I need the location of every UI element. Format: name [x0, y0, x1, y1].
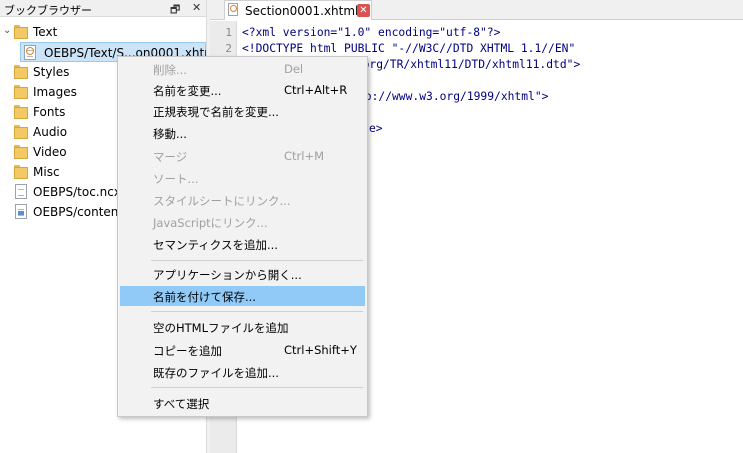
menu-item-label: 正規表現で名前を変更... — [153, 105, 279, 119]
menu-item-label: 名前を変更... — [153, 84, 222, 98]
folder-icon — [14, 145, 28, 159]
menu-item-link-javascript[interactable]: JavaScriptにリンク... — [120, 212, 365, 232]
tree-item-label: Misc — [33, 165, 60, 179]
menu-item-label: 名前を付けて保存... — [153, 290, 256, 304]
file-icon — [15, 184, 27, 199]
menu-item-label: 削除... — [153, 63, 187, 77]
book-browser-title: ブックブラウザー — [4, 4, 92, 17]
folder-icon — [14, 105, 28, 119]
menu-item-add-blank-html[interactable]: 空のHTMLファイルを追加 — [120, 317, 365, 337]
context-menu: 削除... Del 名前を変更... Ctrl+Alt+R 正規表現で名前を変更… — [117, 56, 368, 417]
folder-icon — [14, 25, 28, 39]
menu-item-shortcut: Ctrl+Alt+R — [284, 83, 348, 97]
tree-item-label: Styles — [33, 65, 70, 79]
book-browser-titlebar: ブックブラウザー 🗗 ✕ — [0, 0, 210, 17]
menu-separator — [151, 260, 363, 261]
menu-item-label: コピーを追加 — [153, 344, 222, 358]
menu-item-shortcut: Ctrl+Shift+Y — [284, 343, 357, 357]
close-tab-icon[interactable]: ✕ — [357, 4, 370, 17]
menu-item-label: アプリケーションから開く... — [153, 268, 302, 282]
menu-item-label: 既存のファイルを追加... — [153, 366, 279, 380]
menu-item-label: スタイルシートにリンク... — [153, 194, 291, 208]
xhtml-file-icon — [228, 3, 238, 16]
tab-label: Section0001.xhtml — [245, 4, 359, 18]
menu-item-open-with[interactable]: アプリケーションから開く... — [120, 264, 365, 284]
opf-file-icon — [15, 204, 27, 219]
menu-item-label: すべて選択 — [153, 397, 210, 411]
menu-item-label: 空のHTMLファイルを追加 — [153, 321, 289, 335]
tree-item-label: OEBPS/content. — [33, 205, 127, 219]
line-number: 1 — [225, 26, 232, 39]
folder-icon — [14, 165, 28, 179]
menu-item-label: JavaScriptにリンク... — [153, 216, 268, 230]
menu-separator — [151, 311, 363, 312]
menu-item-regex-rename[interactable]: 正規表現で名前を変更... — [120, 101, 365, 121]
restore-icon[interactable]: 🗗 — [170, 1, 180, 20]
menu-item-add-semantics[interactable]: セマンティクスを追加... — [120, 234, 365, 254]
code-line: 3.org/TR/xhtml11/DTD/xhtml11.dtd"> — [349, 58, 581, 71]
code-line: e> — [369, 122, 383, 135]
menu-item-sort[interactable]: ソート... — [120, 168, 365, 188]
editor-tabbar: Section0001.xhtml ✕ — [210, 0, 743, 20]
chevron-down-icon[interactable]: ⌄ — [3, 25, 11, 36]
menu-item-label: マージ — [153, 150, 188, 164]
tree-item-label: Images — [33, 85, 77, 99]
tree-item-label: OEBPS/toc.ncx — [33, 185, 121, 199]
line-number: 2 — [225, 42, 232, 55]
folder-icon — [14, 85, 28, 99]
menu-item-label: ソート... — [153, 172, 199, 186]
code-line: <!DOCTYPE html PUBLIC "-//W3C//DTD XHTML… — [242, 42, 576, 55]
tree-folder-text[interactable]: ⌄ Text — [0, 22, 206, 42]
menu-item-shortcut: Del — [284, 62, 304, 76]
tree-item-label: Audio — [33, 125, 68, 139]
folder-icon — [14, 65, 28, 79]
folder-icon — [14, 125, 28, 139]
menu-item-add-copy[interactable]: コピーを追加 Ctrl+Shift+Y — [120, 340, 365, 360]
menu-item-rename[interactable]: 名前を変更... Ctrl+Alt+R — [120, 80, 365, 100]
close-icon[interactable]: ✕ — [192, 1, 201, 14]
menu-item-delete[interactable]: 削除... Del — [120, 59, 365, 79]
menu-item-label: セマンティクスを追加... — [153, 238, 278, 252]
menu-item-save-as[interactable]: 名前を付けて保存... — [120, 286, 365, 306]
menu-item-shortcut: Ctrl+M — [284, 149, 325, 163]
menu-item-add-existing[interactable]: 既存のファイルを追加... — [120, 362, 365, 382]
code-line: <?xml version="1.0" encoding="utf-8"?> — [242, 26, 501, 39]
tree-item-label: Fonts — [33, 105, 66, 119]
menu-item-label: 移動... — [153, 127, 187, 141]
menu-item-move[interactable]: 移動... — [120, 123, 365, 143]
tree-item-label: Video — [33, 145, 67, 159]
xhtml-file-icon — [24, 45, 36, 60]
menu-item-select-all[interactable]: すべて選択 — [120, 393, 365, 413]
menu-item-merge[interactable]: マージ Ctrl+M — [120, 146, 365, 166]
tree-item-label: Text — [33, 25, 58, 39]
code-line: tp://www.w3.org/1999/xhtml"> — [358, 90, 549, 103]
menu-separator — [151, 387, 363, 388]
menu-item-link-stylesheet[interactable]: スタイルシートにリンク... — [120, 190, 365, 210]
tab-section0001[interactable]: Section0001.xhtml ✕ — [224, 0, 372, 20]
